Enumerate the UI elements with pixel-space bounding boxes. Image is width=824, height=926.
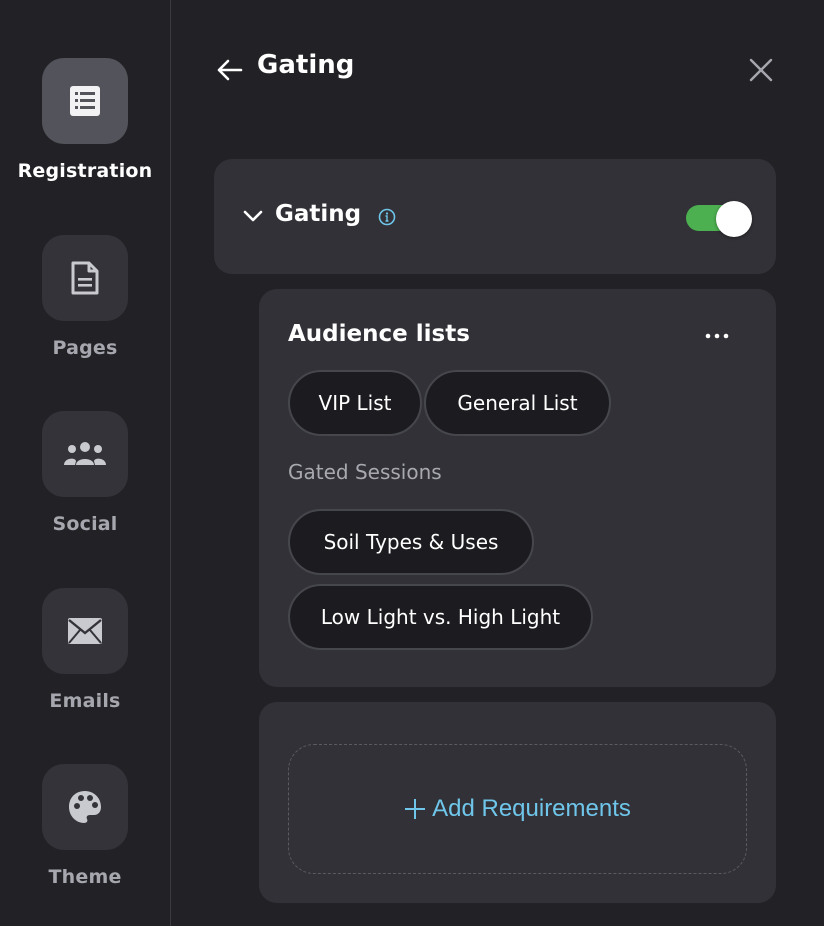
nav-icon-box [42, 411, 128, 497]
gating-toggle[interactable] [686, 201, 752, 237]
close-icon [749, 58, 773, 82]
sidebar-item-social[interactable]: Social [0, 411, 170, 535]
info-button[interactable] [378, 208, 396, 226]
document-icon [71, 261, 99, 295]
audience-list-chip[interactable]: VIP List [288, 370, 422, 436]
nav-icon-box [42, 764, 128, 850]
gated-session-chip[interactable]: Soil Types & Uses [288, 509, 534, 575]
add-requirements-button[interactable]: Add Requirements [288, 744, 747, 874]
sidebar-item-theme[interactable]: Theme [0, 764, 170, 888]
more-horizontal-icon [705, 333, 729, 339]
audience-lists-card: Audience lists VIP List General List Gat… [259, 289, 776, 687]
close-button[interactable] [745, 54, 777, 86]
sidebar-item-emails[interactable]: Emails [0, 588, 170, 712]
sidebar: Registration Pages Social Emails Theme [0, 0, 171, 926]
collapse-button[interactable] [242, 205, 264, 227]
add-requirements-label-wrap: Add Requirements [404, 795, 631, 823]
audience-list-chip[interactable]: General List [424, 370, 611, 436]
nav-icon-box [42, 58, 128, 144]
more-options-button[interactable] [701, 325, 733, 347]
sidebar-item-label: Pages [52, 337, 118, 359]
requirements-card: Add Requirements [259, 702, 776, 903]
sidebar-item-label: Registration [17, 160, 153, 182]
add-requirements-label: Add Requirements [432, 795, 631, 822]
arrow-left-icon [217, 59, 243, 81]
envelope-icon [68, 618, 102, 644]
sidebar-item-label: Social [52, 513, 118, 535]
gated-sessions-label: Gated Sessions [288, 460, 442, 484]
gating-section-label: Gating [275, 201, 362, 227]
palette-icon [69, 791, 101, 823]
nav-icon-box [42, 235, 128, 321]
gated-session-chip[interactable]: Low Light vs. High Light [288, 584, 593, 650]
sidebar-item-label: Theme [48, 866, 122, 888]
info-icon [378, 208, 396, 226]
audience-lists-title: Audience lists [288, 321, 470, 347]
page-title: Gating [257, 50, 355, 80]
sidebar-item-label: Emails [49, 690, 121, 712]
gating-section: Gating [214, 159, 776, 274]
back-button[interactable] [214, 55, 244, 85]
sidebar-item-pages[interactable]: Pages [0, 235, 170, 359]
chevron-down-icon [243, 210, 263, 222]
toggle-knob [716, 201, 752, 237]
list-form-icon [70, 86, 100, 116]
nav-icon-box [42, 588, 128, 674]
people-icon [64, 442, 106, 465]
sidebar-item-registration[interactable]: Registration [0, 58, 170, 182]
plus-icon [405, 799, 426, 819]
